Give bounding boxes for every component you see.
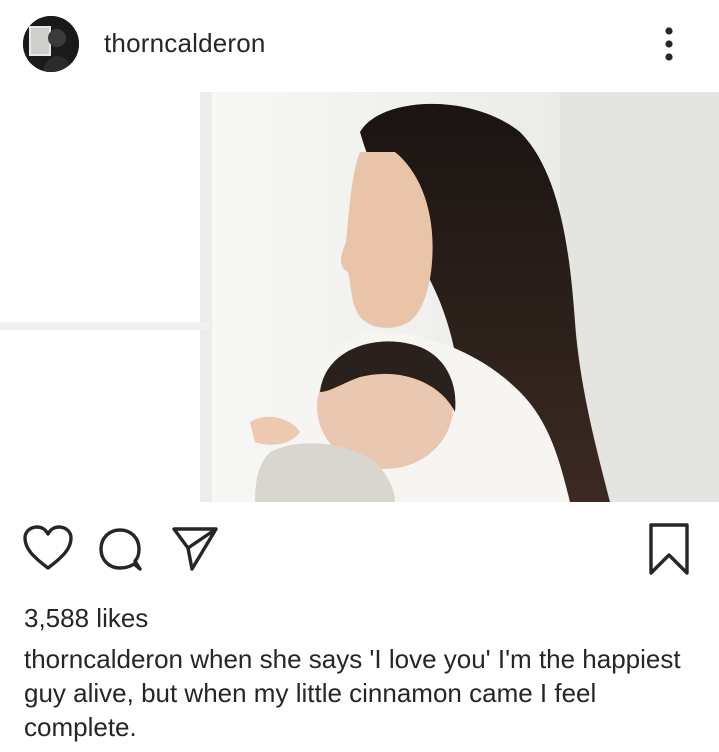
post-header: thorncalderon <box>0 0 719 92</box>
comment-icon[interactable] <box>96 524 146 574</box>
likes-count[interactable]: 3,588 likes <box>24 603 148 634</box>
paper-plane-icon[interactable] <box>170 524 220 572</box>
post-image[interactable] <box>0 92 719 502</box>
more-options-icon[interactable] <box>654 24 684 64</box>
post-username[interactable]: thorncalderon <box>104 28 266 59</box>
avatar-image <box>23 16 79 72</box>
heart-icon[interactable] <box>22 524 74 572</box>
avatar[interactable] <box>23 16 79 72</box>
bookmark-icon[interactable] <box>646 522 692 576</box>
post-actions <box>0 502 719 598</box>
caption-username[interactable]: thorncalderon <box>24 644 183 674</box>
post-caption: thorncalderon when she says 'I love you'… <box>24 642 704 744</box>
